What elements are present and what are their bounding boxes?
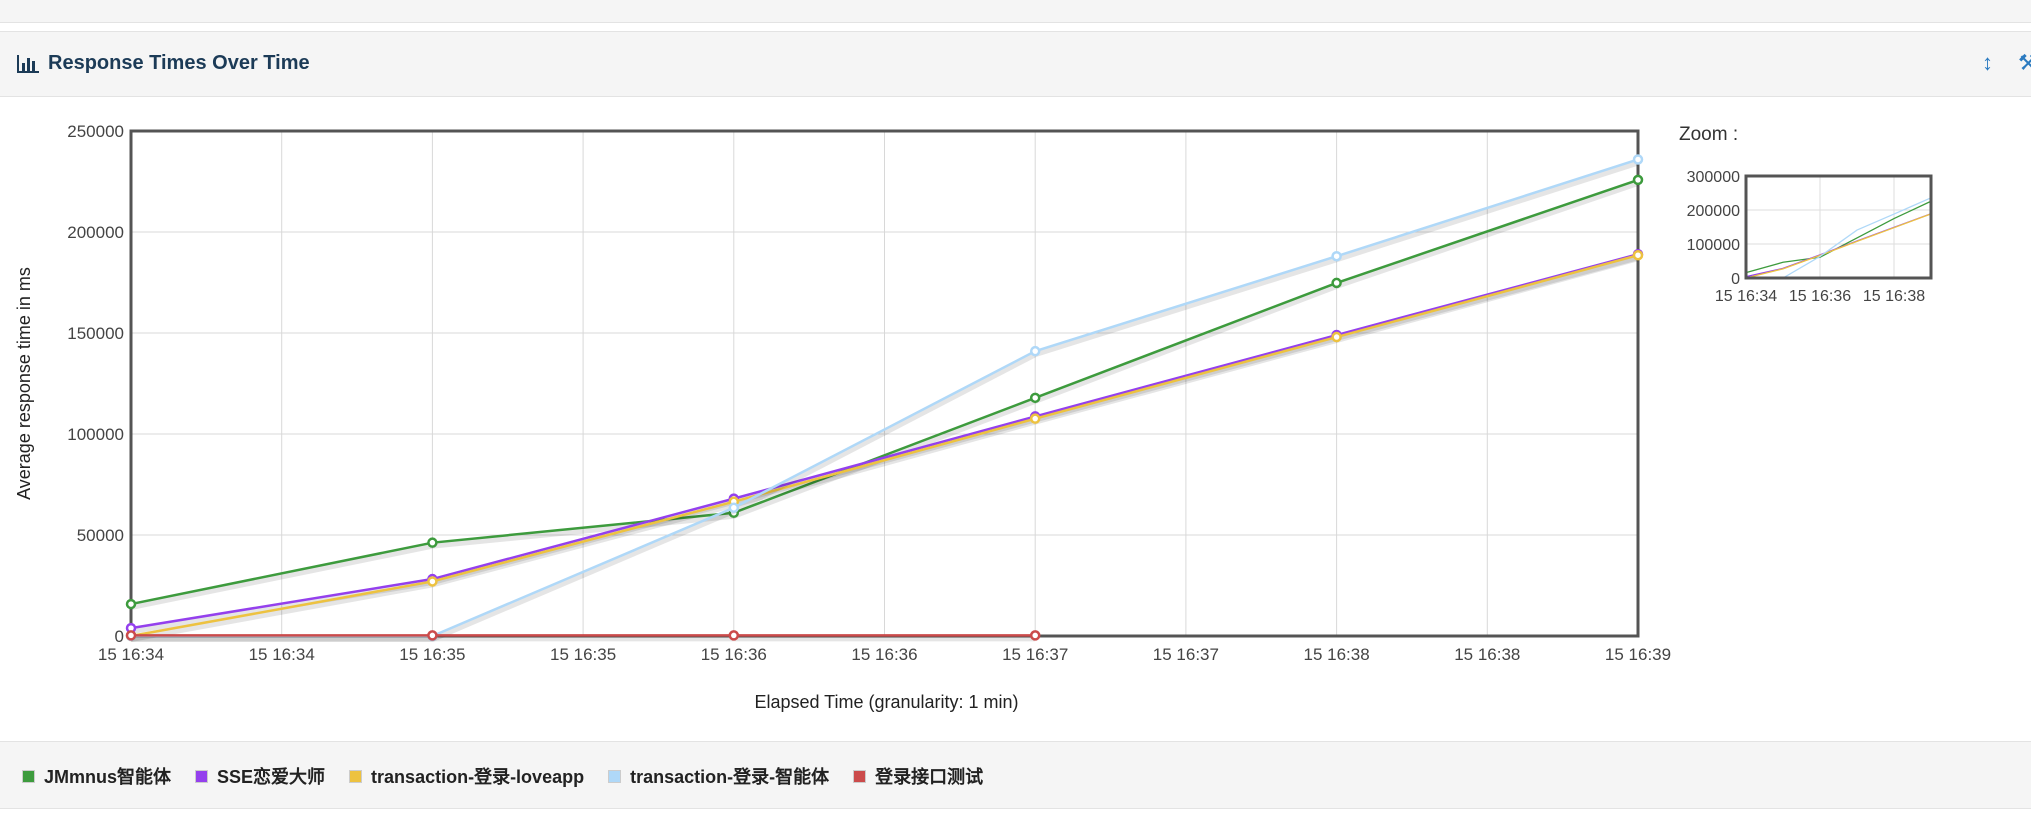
zoom-label: Zoom :	[1679, 124, 1738, 145]
legend-label: transaction-登录-智能体	[630, 767, 830, 787]
x-axis-title: Elapsed Time (granularity: 1 min)	[754, 692, 1018, 712]
legend-label: 登录接口测试	[875, 767, 984, 787]
data-point[interactable]	[427, 630, 438, 641]
y-tick-label: 250000	[67, 122, 124, 141]
legend-item[interactable]: transaction-登录-智能体	[608, 763, 829, 789]
legend-swatch	[853, 769, 867, 783]
x-tick-label: 15 16:35	[399, 645, 465, 664]
legend-swatch	[22, 769, 35, 783]
y-tick-label: 50000	[77, 526, 124, 545]
legend-label: transaction-登录-loveapp	[371, 767, 585, 787]
panel-title: Response Times Over Time	[16, 52, 310, 75]
x-tick-label: 15 16:37	[1153, 645, 1219, 664]
legend: JMmnus智能体 SSE恋爱大师 transaction-登录-loveapp tr…	[0, 741, 2031, 809]
data-point[interactable]	[125, 630, 137, 641]
data-point[interactable]	[728, 630, 740, 641]
zoom-plot-area	[1746, 176, 1931, 278]
data-point[interactable]	[125, 598, 137, 610]
data-point[interactable]	[1632, 154, 1644, 165]
legend-swatch	[608, 769, 622, 783]
zoom-x-tick-label: 15 16:36	[1789, 288, 1851, 305]
resize-vertical-icon[interactable]: ↕	[1982, 50, 1993, 76]
data-point[interactable]	[1029, 345, 1041, 357]
x-tick-label: 15 16:34	[98, 645, 164, 664]
x-tick-label: 15 16:39	[1605, 645, 1671, 664]
y-tick-label: 150000	[67, 324, 124, 343]
legend-list: JMmnus智能体 SSE恋爱大师 transaction-登录-loveapp tr…	[22, 763, 1007, 789]
x-tick-label: 15 16:38	[1454, 645, 1520, 664]
y-tick-label: 200000	[67, 223, 124, 242]
legend-item[interactable]: transaction-登录-loveapp	[349, 763, 584, 789]
legend-swatch	[195, 769, 209, 783]
top-rule	[0, 0, 2031, 23]
zoom-x-tick-label: 15 16:38	[1863, 288, 1925, 305]
data-point[interactable]	[1029, 413, 1041, 424]
zoom-overview[interactable]: Zoom : 300000 200000 100000 015 16:34 15 16:3…	[1679, 124, 1933, 305]
bar-chart-icon	[17, 54, 39, 73]
legend-label: JMmnus智能体	[44, 767, 172, 787]
data-point[interactable]	[1632, 174, 1644, 186]
zoom-y-tick-label: 200000	[1687, 203, 1740, 220]
data-point[interactable]	[1331, 331, 1342, 343]
data-point[interactable]	[1029, 630, 1041, 641]
wrench-icon[interactable]: ⚒	[2018, 50, 2031, 76]
zoom-y-tick-label: 300000	[1687, 169, 1740, 186]
panel-title-text: Response Times Over Time	[48, 52, 310, 74]
x-tick-label: 15 16:36	[701, 645, 767, 664]
x-tick-label: 15 16:36	[851, 645, 917, 664]
response-time-chart: 15 16:34 15 16:34 15 16:35 15 16:35 15 16:36…	[14, 122, 1933, 712]
x-tick-label: 15 16:34	[249, 645, 315, 664]
x-tick-label: 15 16:35	[550, 645, 616, 664]
x-tick-label: 15 16:38	[1304, 645, 1370, 664]
y-tick-label: 0	[115, 627, 124, 646]
zoom-y-tick-label: 100000	[1687, 237, 1740, 254]
zoom-y-tick-label: 0	[1731, 271, 1740, 288]
legend-item[interactable]: 登录接口测试	[853, 763, 983, 789]
data-point[interactable]	[427, 576, 438, 587]
y-axis-title: Average response time in ms	[14, 267, 34, 500]
data-point[interactable]	[1331, 250, 1342, 262]
legend-label: SSE恋爱大师	[217, 767, 326, 787]
data-point[interactable]	[728, 502, 740, 513]
panel-header: Response Times Over Time ↕ ⚒	[0, 31, 2031, 97]
x-tick-label: 15 16:37	[1002, 645, 1068, 664]
main-plot[interactable]: 15 16:34 15 16:34 15 16:35 15 16:35 15 16:36…	[14, 122, 1671, 712]
legend-item[interactable]: SSE恋爱大师	[195, 763, 325, 789]
data-point[interactable]	[1331, 277, 1342, 289]
zoom-x-tick-label: 15 16:34	[1715, 288, 1777, 305]
data-point[interactable]	[427, 537, 438, 548]
legend-item[interactable]: JMmnus智能体	[22, 763, 171, 789]
data-point[interactable]	[1029, 392, 1041, 404]
y-tick-label: 100000	[67, 425, 124, 444]
legend-swatch	[349, 769, 363, 783]
data-point[interactable]	[1632, 249, 1644, 261]
